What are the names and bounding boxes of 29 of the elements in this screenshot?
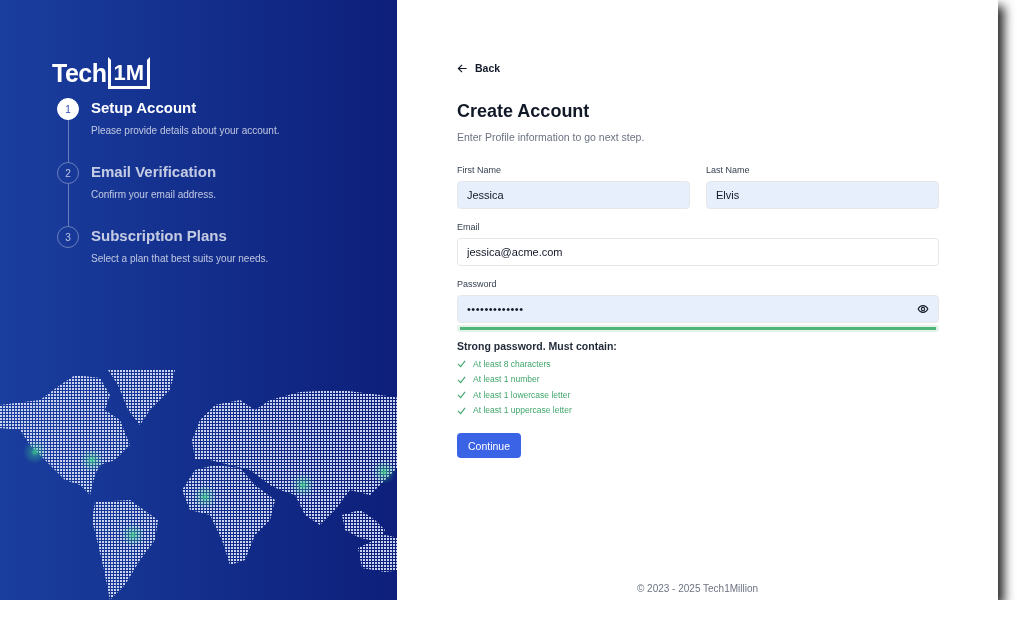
step-title: Setup Account — [91, 99, 198, 116]
step-title: Email Verification — [91, 163, 217, 180]
field-label: Password — [457, 279, 498, 289]
last-name-field[interactable]: Elvis — [706, 181, 939, 209]
form-title: Create Account — [457, 101, 591, 122]
field-label: Email — [457, 222, 481, 232]
strength-message: Strong password. Must contain: — [457, 340, 618, 352]
logo-text: Tech — [52, 58, 107, 88]
arrow-left-icon — [457, 62, 468, 74]
email-field[interactable]: jessica@acme.com — [457, 238, 939, 266]
step-description: Please provide details about your account. — [91, 125, 280, 136]
field-label: First Name — [457, 165, 502, 175]
step-description: Confirm your email address. — [91, 189, 217, 200]
copyright-text: © 2023 - 2025 Tech1Million — [635, 583, 760, 594]
eye-icon[interactable] — [917, 303, 929, 315]
form-subtitle: Enter Profile information to go next step. — [457, 131, 646, 143]
requirement-text: At least 1 number — [473, 374, 540, 385]
field-label: Last Name — [706, 165, 751, 175]
first-name-field[interactable]: Jessica — [457, 181, 690, 209]
password-field[interactable]: ••••••••••••• — [457, 295, 939, 323]
logo-mark: 1M — [107, 57, 151, 89]
requirement-text: At least 8 characters — [473, 358, 551, 369]
continue-button[interactable]: Continue — [457, 433, 522, 458]
requirement-text: At least 1 lowercase letter — [473, 389, 571, 400]
step-description: Select a plan that best suits your needs. — [91, 253, 269, 264]
back-link[interactable]: Back — [457, 62, 501, 74]
step-number: 1 — [57, 98, 79, 120]
requirement-text: At least 1 uppercase letter — [473, 405, 572, 416]
step-title: Subscription Plans — [91, 227, 228, 244]
